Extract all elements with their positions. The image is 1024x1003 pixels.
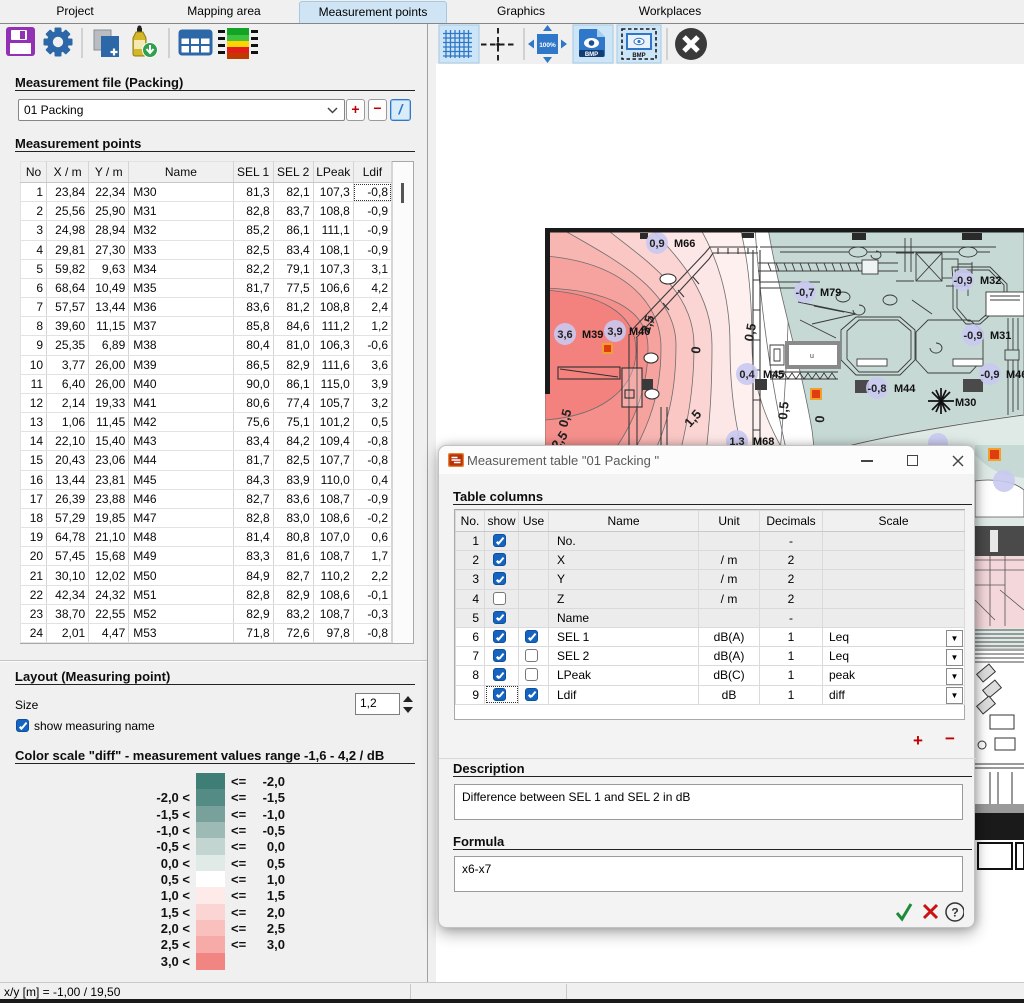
svg-text:-0,9: -0,9 (954, 275, 973, 287)
svg-text:M79: M79 (820, 287, 841, 299)
svg-text:0: 0 (688, 346, 704, 355)
svg-text:0,9: 0,9 (649, 238, 664, 250)
svg-text:BMP: BMP (585, 52, 598, 58)
svg-text:-0,8: -0,8 (868, 383, 887, 395)
svg-text:u: u (810, 353, 814, 360)
svg-text:0,4: 0,4 (739, 369, 755, 381)
svg-text:3,6: 3,6 (557, 329, 572, 341)
svg-text:M30: M30 (955, 397, 976, 409)
svg-text:M31: M31 (990, 330, 1011, 342)
svg-text:M40: M40 (629, 326, 650, 338)
svg-text:?: ? (951, 906, 958, 920)
svg-text:3,9: 3,9 (607, 326, 622, 338)
svg-text:0: 0 (812, 415, 827, 423)
svg-text:-0,7: -0,7 (796, 287, 815, 299)
svg-text:-0,9: -0,9 (964, 330, 983, 342)
svg-text:M44: M44 (894, 383, 916, 395)
svg-text:0,5: 0,5 (741, 322, 759, 342)
svg-text:M46: M46 (1006, 369, 1024, 381)
svg-text:M39: M39 (582, 329, 603, 341)
svg-text:100%: 100% (539, 42, 556, 49)
svg-text:BMP: BMP (632, 53, 645, 59)
svg-text:0,5: 0,5 (775, 401, 792, 420)
svg-text:M66: M66 (674, 238, 695, 250)
svg-text:-0,9: -0,9 (981, 369, 1000, 381)
svg-text:M32: M32 (980, 275, 1001, 287)
